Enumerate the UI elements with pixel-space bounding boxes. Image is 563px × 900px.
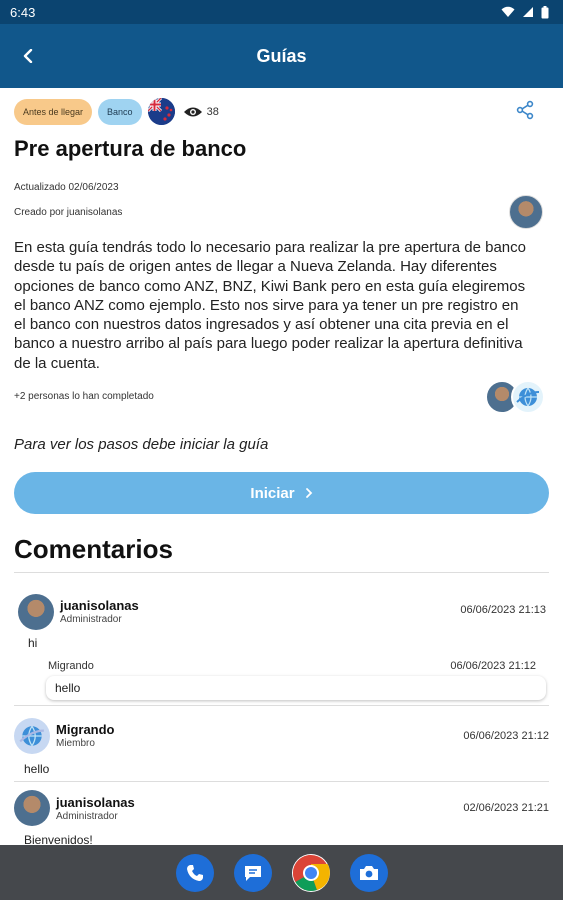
tag-banco[interactable]: Banco bbox=[98, 98, 142, 125]
completed-count: +2 personas lo han completado bbox=[14, 391, 154, 402]
share-button[interactable] bbox=[515, 100, 539, 124]
comment-role: Administrador bbox=[56, 811, 118, 822]
guide-content[interactable]: Antes de llegar Banco 38 Pre apertura de… bbox=[0, 88, 563, 845]
phone-icon bbox=[186, 864, 203, 881]
avatar[interactable] bbox=[14, 790, 50, 826]
eye-icon bbox=[183, 107, 202, 116]
status-time: 6:43 bbox=[10, 4, 36, 20]
status-bar: 6:43 bbox=[0, 0, 563, 24]
signal-icon bbox=[523, 7, 533, 17]
status-icons bbox=[501, 5, 549, 19]
back-arrow-icon bbox=[23, 49, 33, 63]
chrome-icon bbox=[292, 854, 330, 891]
comment-text: Bienvenidos! bbox=[24, 833, 93, 845]
comment-date: 06/06/2023 21:12 bbox=[463, 730, 549, 742]
avatar[interactable] bbox=[14, 718, 50, 754]
back-button[interactable] bbox=[14, 42, 42, 70]
comment-author: Migrando bbox=[56, 722, 115, 737]
messages-icon bbox=[244, 865, 261, 881]
chevron-right-icon bbox=[305, 488, 312, 498]
updated-date: Actualizado 02/06/2023 bbox=[14, 182, 119, 193]
divider bbox=[14, 572, 549, 573]
chrome-app-button[interactable] bbox=[291, 853, 330, 892]
camera-app-button[interactable] bbox=[349, 853, 388, 892]
app-bar: Guías bbox=[0, 24, 563, 88]
tag-antes-de-llegar[interactable]: Antes de llegar bbox=[14, 98, 93, 125]
avatar bbox=[511, 380, 545, 414]
comment-item: juanisolanas Administrador 06/06/2023 21… bbox=[14, 592, 549, 704]
completed-avatars[interactable] bbox=[485, 380, 545, 414]
views-count: 38 bbox=[206, 105, 219, 118]
comment-date: 06/06/2023 21:13 bbox=[460, 604, 546, 616]
messages-app-button[interactable] bbox=[233, 853, 272, 892]
start-guide-button[interactable]: Iniciar bbox=[14, 472, 549, 514]
reply-date: 06/06/2023 21:12 bbox=[450, 660, 536, 672]
phone-app-button[interactable] bbox=[175, 853, 214, 892]
comment-date: 02/06/2023 21:21 bbox=[463, 802, 549, 814]
comment-author: juanisolanas bbox=[56, 795, 135, 810]
divider bbox=[14, 705, 549, 706]
new-zealand-flag-icon bbox=[147, 98, 175, 125]
author-avatar[interactable] bbox=[509, 195, 543, 229]
share-icon bbox=[516, 100, 534, 120]
created-by: Creado por juanisolanas bbox=[14, 207, 123, 218]
views-counter: 38 bbox=[183, 106, 219, 118]
page-title: Guías bbox=[256, 45, 307, 66]
wifi-icon bbox=[501, 6, 515, 17]
steps-note: Para ver los pasos debe iniciar la guía bbox=[14, 436, 269, 453]
divider bbox=[14, 781, 549, 782]
reply-author: Migrando bbox=[48, 660, 94, 672]
comment-role: Miembro bbox=[56, 738, 95, 749]
avatar[interactable] bbox=[18, 594, 54, 630]
comments-title: Comentarios bbox=[14, 534, 173, 564]
reply-text: hello bbox=[46, 676, 546, 700]
dock-bar bbox=[0, 845, 563, 900]
comment-role: Administrador bbox=[60, 614, 122, 625]
comment-text: hi bbox=[28, 636, 38, 650]
camera-icon bbox=[359, 865, 378, 880]
comment-item: Migrando Miembro 06/06/2023 21:12 hello bbox=[14, 716, 549, 776]
comment-author: juanisolanas bbox=[60, 598, 139, 613]
guide-tags: Antes de llegar Banco 38 bbox=[14, 98, 219, 125]
globe-icon bbox=[516, 387, 540, 407]
comment-text: hello bbox=[24, 762, 50, 776]
battery-icon bbox=[541, 5, 549, 18]
guide-description: En esta guía tendrás todo lo necesario p… bbox=[14, 239, 526, 372]
globe-icon bbox=[19, 725, 44, 747]
comment-item: juanisolanas Administrador 02/06/2023 21… bbox=[14, 788, 549, 845]
guide-title: Pre apertura de banco bbox=[14, 136, 247, 161]
start-button-label: Iniciar bbox=[250, 484, 295, 502]
